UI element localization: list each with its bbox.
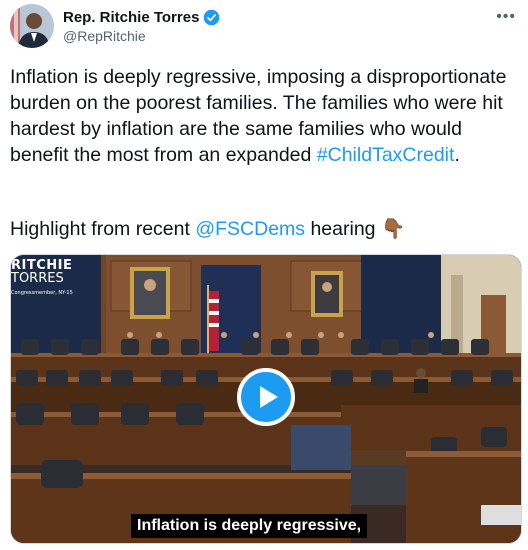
tweet-card: Rep. Ritchie Torres @RepRitchie ••• Infl… [0, 0, 528, 550]
highlight-prefix: Highlight from recent [10, 218, 196, 240]
author-handle[interactable]: @RepRitchie [63, 28, 146, 44]
author-name-row[interactable]: Rep. Ritchie Torres [63, 9, 220, 26]
mention-link[interactable]: @FSCDems [195, 218, 305, 240]
tweet-text: Inflation is deeply regressive, imposing… [10, 64, 522, 168]
author-name[interactable]: Rep. Ritchie Torres [63, 9, 199, 26]
more-options-icon[interactable]: ••• [496, 8, 516, 26]
avatar-image [10, 4, 54, 48]
backhand-index-pointing-down-emoji: 👇🏾 [380, 218, 406, 240]
hashtag-suffix: . [454, 144, 460, 166]
play-button[interactable] [237, 368, 295, 426]
video-player[interactable]: RITCHIE TORRES Congressmember, NY-15 Inf… [10, 254, 522, 544]
video-caption: Inflation is deeply regressive, [131, 514, 368, 538]
video-name-overlay: RITCHIE TORRES Congressmember, NY-15 [11, 259, 73, 300]
overlay-line2: TORRES [11, 271, 64, 286]
avatar[interactable] [10, 4, 54, 48]
play-icon [259, 386, 278, 408]
overlay-line3: Congressmember, NY-15 [11, 290, 73, 296]
highlight-line: Highlight from recent @FSCDems hearing 👇… [10, 216, 405, 242]
highlight-suffix: hearing [305, 218, 381, 240]
verified-badge-icon [204, 9, 220, 26]
hashtag-link[interactable]: #ChildTaxCredit [317, 144, 455, 166]
